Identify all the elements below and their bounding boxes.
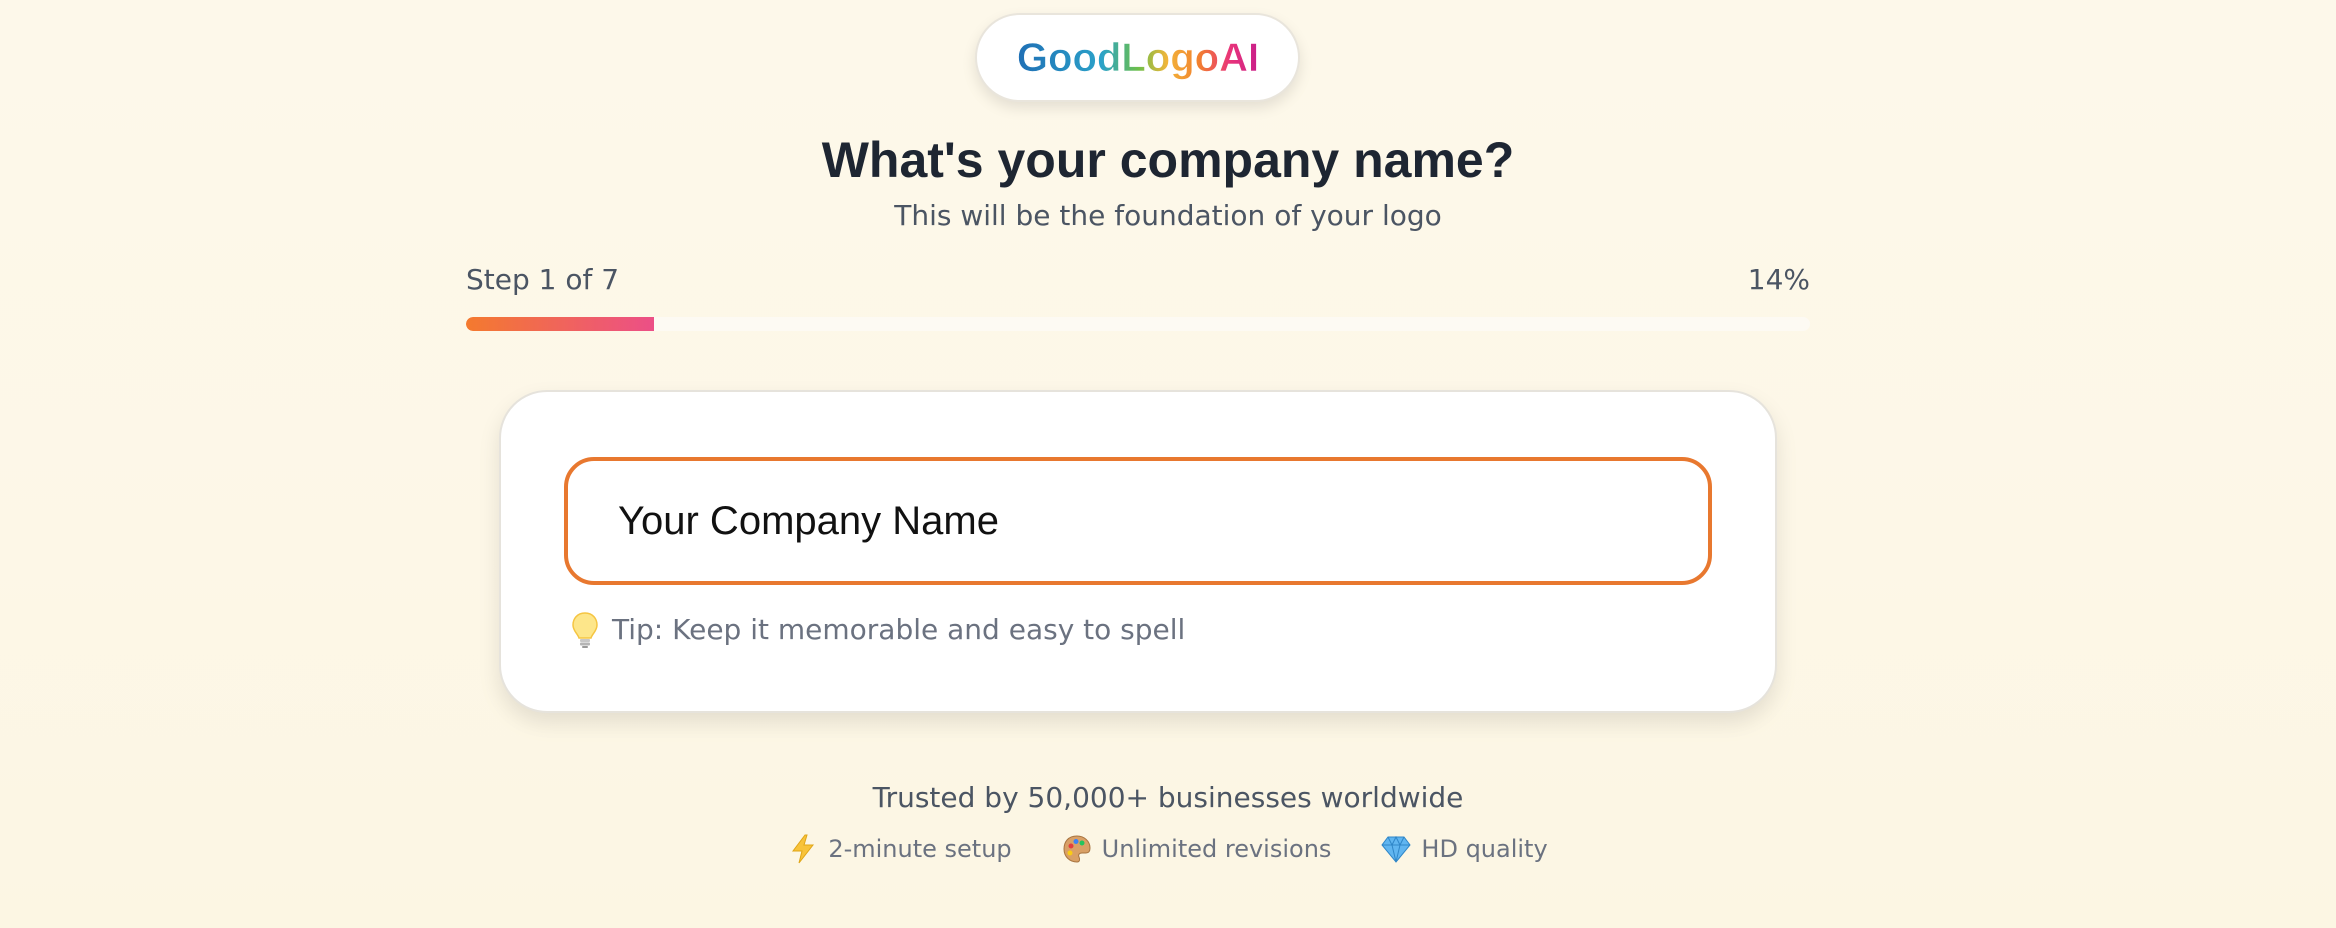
tip-text: Tip: Keep it memorable and easy to spell (612, 613, 1186, 646)
progress-percent: 14% (1747, 263, 1810, 296)
step-indicator: Step 1 of 7 (466, 263, 620, 296)
brand-logo[interactable]: GoodLogoAI (975, 13, 1300, 102)
company-name-input[interactable] (564, 457, 1712, 585)
feature-quality: HD quality (1381, 832, 1548, 866)
feature-label: Unlimited revisions (1101, 835, 1332, 863)
feature-list: 2-minute setup Unlimited revisions HD qu… (0, 832, 2336, 866)
company-name-card: Tip: Keep it memorable and easy to spell (499, 390, 1777, 713)
tip-row: Tip: Keep it memorable and easy to spell (568, 610, 1185, 650)
feature-revisions: Unlimited revisions (1062, 832, 1332, 866)
page-subtitle: This will be the foundation of your logo (894, 199, 1442, 232)
progress-bar-fill (466, 317, 655, 331)
trusted-by-text: Trusted by 50,000+ businesses worldwide (872, 781, 1464, 814)
goodlogoai-logo-icon: GoodLogoAI (1016, 35, 1259, 80)
lightning-icon (788, 834, 818, 864)
logo-wordmark: GoodLogoAI (1016, 36, 1258, 80)
feature-label: HD quality (1421, 835, 1548, 863)
feature-label: 2-minute setup (828, 835, 1012, 863)
lightbulb-icon (568, 610, 602, 650)
gem-icon (1381, 834, 1412, 864)
feature-setup: 2-minute setup (788, 832, 1012, 866)
progress-bar (466, 317, 1810, 331)
palette-icon (1062, 834, 1092, 864)
page-title: What's your company name? (821, 132, 1515, 188)
